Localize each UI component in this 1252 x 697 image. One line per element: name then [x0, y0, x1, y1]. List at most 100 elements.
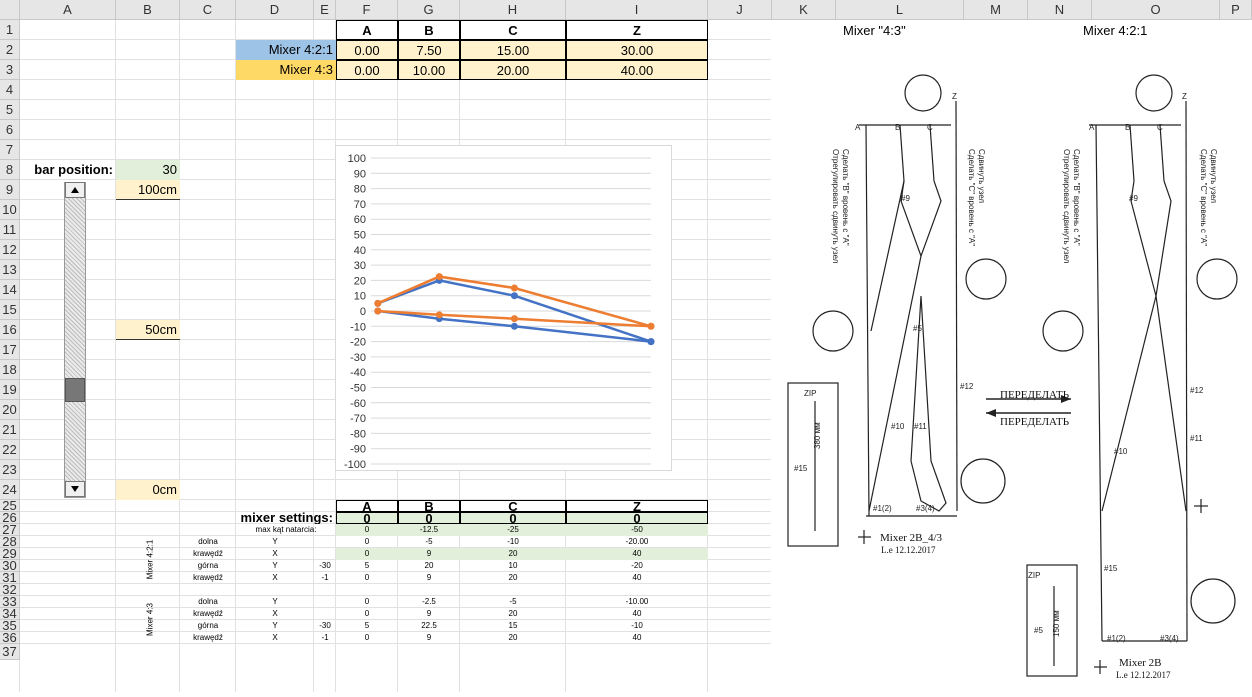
settings-value-1[interactable]: 0	[398, 512, 460, 524]
column-header-I[interactable]: I	[566, 0, 708, 20]
mixer43-row-val-1-0[interactable]: 0	[336, 608, 398, 620]
column-header-G[interactable]: G	[398, 0, 460, 20]
bar-position-label[interactable]: bar position:	[20, 160, 116, 180]
mixer421-row-val-0-2[interactable]: -10	[460, 536, 566, 548]
mixer43-row-val-1-1[interactable]: 9	[398, 608, 460, 620]
mixer43-row-val-2-0[interactable]: 5	[336, 620, 398, 632]
settings-header-A[interactable]: A	[336, 500, 398, 512]
max-angle-value-0[interactable]: 0	[336, 524, 398, 536]
mixer43-row-val-0-2[interactable]: -5	[460, 596, 566, 608]
row-header-8[interactable]: 8	[0, 160, 20, 180]
mixer43-row-e-1[interactable]	[314, 608, 336, 620]
column-header-F[interactable]: F	[336, 0, 398, 20]
mixer43-row-val-3-0[interactable]: 0	[336, 632, 398, 644]
bar-mark-0[interactable]: 0cm	[116, 480, 180, 500]
mixer421-row-val-3-0[interactable]: 0	[336, 572, 398, 584]
row-header-24[interactable]: 24	[0, 480, 20, 500]
mixer421-row-name-0[interactable]: dolna	[180, 536, 236, 548]
max-angle-value-3[interactable]: -50	[566, 524, 708, 536]
mixer421-row-name-1[interactable]: krawędź	[180, 548, 236, 560]
row-header-19[interactable]: 19	[0, 380, 20, 400]
row-header-1[interactable]: 1	[0, 20, 20, 40]
mixer421-row-axis-0[interactable]: Y	[236, 536, 314, 548]
mixer43-row-val-2-3[interactable]: -10	[566, 620, 708, 632]
mixer421-row-axis-3[interactable]: X	[236, 572, 314, 584]
mixer43-row-val-0-3[interactable]: -10.00	[566, 596, 708, 608]
top-value-1-1[interactable]: 10.00	[398, 60, 460, 80]
column-header-N[interactable]: N	[1028, 0, 1092, 20]
bar-mark-100[interactable]: 100cm	[116, 180, 180, 200]
row-header-6[interactable]: 6	[0, 120, 20, 140]
mixer43-row-name-3[interactable]: krawędź	[180, 632, 236, 644]
column-header-M[interactable]: M	[964, 0, 1028, 20]
bar-position-value[interactable]: 30	[116, 160, 180, 180]
top-header-A[interactable]: A	[336, 20, 398, 40]
mixer43-row-val-3-1[interactable]: 9	[398, 632, 460, 644]
column-header-P[interactable]: P	[1220, 0, 1252, 20]
scroll-thumb[interactable]	[65, 378, 85, 402]
column-header-H[interactable]: H	[460, 0, 566, 20]
top-value-0-3[interactable]: 30.00	[566, 40, 708, 60]
column-header-B[interactable]: B	[116, 0, 180, 20]
top-row-label-0[interactable]: Mixer 4:2:1	[236, 40, 336, 60]
mixer421-row-val-3-3[interactable]: 40	[566, 572, 708, 584]
row-header-36[interactable]: 36	[0, 631, 20, 644]
row-header-17[interactable]: 17	[0, 340, 20, 360]
mixer-settings-label[interactable]: mixer settings:	[236, 512, 336, 524]
column-header-K[interactable]: K	[772, 0, 836, 20]
mixer421-row-val-0-3[interactable]: -20.00	[566, 536, 708, 548]
mixer421-row-val-2-0[interactable]: 5	[336, 560, 398, 572]
top-value-1-0[interactable]: 0.00	[336, 60, 398, 80]
column-header-D[interactable]: D	[236, 0, 314, 20]
mixer43-row-name-0[interactable]: dolna	[180, 596, 236, 608]
mixer43-row-val-1-3[interactable]: 40	[566, 608, 708, 620]
mixer43-row-e-0[interactable]	[314, 596, 336, 608]
column-header-O[interactable]: O	[1092, 0, 1220, 20]
top-value-0-2[interactable]: 15.00	[460, 40, 566, 60]
mixer421-row-e-0[interactable]	[314, 536, 336, 548]
mixer43-row-name-2[interactable]: górna	[180, 620, 236, 632]
mixer43-row-val-0-1[interactable]: -2.5	[398, 596, 460, 608]
top-value-1-2[interactable]: 20.00	[460, 60, 566, 80]
row-header-21[interactable]: 21	[0, 420, 20, 440]
bar-position-scrollbar[interactable]	[64, 182, 86, 498]
row-header-10[interactable]: 10	[0, 200, 20, 220]
mixer421-row-val-0-1[interactable]: -5	[398, 536, 460, 548]
mixer421-row-name-2[interactable]: górna	[180, 560, 236, 572]
max-angle-value-1[interactable]: -12.5	[398, 524, 460, 536]
mixer421-row-name-3[interactable]: krawędź	[180, 572, 236, 584]
settings-value-3[interactable]: 0	[566, 512, 708, 524]
settings-header-Z[interactable]: Z	[566, 500, 708, 512]
mixer43-row-val-3-3[interactable]: 40	[566, 632, 708, 644]
max-angle-label[interactable]: max kąt natarcia:	[236, 524, 336, 536]
settings-value-0[interactable]: 0	[336, 512, 398, 524]
top-value-0-0[interactable]: 0.00	[336, 40, 398, 60]
top-header-B[interactable]: B	[398, 20, 460, 40]
mixer43-row-name-1[interactable]: krawędź	[180, 608, 236, 620]
row-header-7[interactable]: 7	[0, 140, 20, 160]
row-header-22[interactable]: 22	[0, 440, 20, 460]
mixer421-row-axis-1[interactable]: X	[236, 548, 314, 560]
column-header-J[interactable]: J	[708, 0, 772, 20]
mixer421-row-val-1-3[interactable]: 40	[566, 548, 708, 560]
row-header-11[interactable]: 11	[0, 220, 20, 240]
column-header-C[interactable]: C	[180, 0, 236, 20]
top-value-1-3[interactable]: 40.00	[566, 60, 708, 80]
row-header-18[interactable]: 18	[0, 360, 20, 380]
row-header-5[interactable]: 5	[0, 100, 20, 120]
settings-header-C[interactable]: C	[460, 500, 566, 512]
mixer43-row-axis-0[interactable]: Y	[236, 596, 314, 608]
max-angle-value-2[interactable]: -25	[460, 524, 566, 536]
mixer43-row-val-1-2[interactable]: 20	[460, 608, 566, 620]
scroll-up-button[interactable]	[65, 182, 85, 198]
row-header-37[interactable]: 37	[0, 644, 20, 660]
bar-mark-50[interactable]: 50cm	[116, 320, 180, 340]
mixer43-row-e-3[interactable]: -1	[314, 632, 336, 644]
row-header-16[interactable]: 16	[0, 320, 20, 340]
mixer43-row-val-2-1[interactable]: 22.5	[398, 620, 460, 632]
mixer421-row-val-3-1[interactable]: 9	[398, 572, 460, 584]
mixer421-row-val-1-2[interactable]: 20	[460, 548, 566, 560]
mixer421-row-axis-2[interactable]: Y	[236, 560, 314, 572]
row-header-4[interactable]: 4	[0, 80, 20, 100]
mixer43-row-axis-3[interactable]: X	[236, 632, 314, 644]
